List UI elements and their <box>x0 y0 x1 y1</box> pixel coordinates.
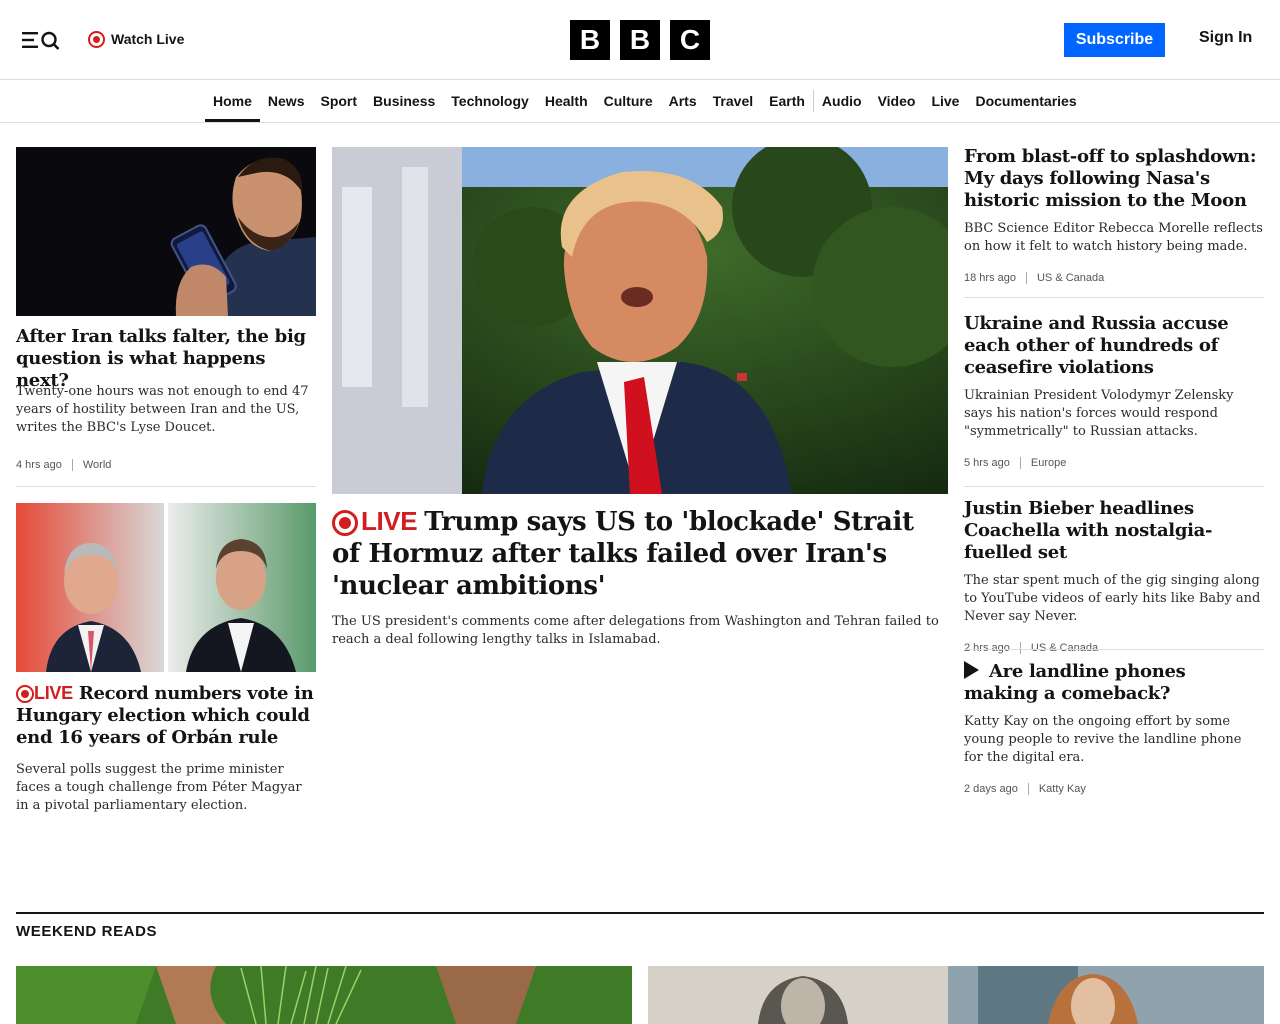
watch-live-label: Watch Live <box>111 31 185 47</box>
story-image-trump[interactable] <box>332 147 948 494</box>
watch-live-link[interactable]: Watch Live <box>88 29 184 49</box>
story-tag[interactable]: World <box>71 459 111 471</box>
menu-search-button[interactable] <box>20 26 64 54</box>
main-nav: Home News Sport Business Technology Heal… <box>0 80 1280 123</box>
story-tag[interactable]: US & Canada <box>1019 642 1098 654</box>
menu-search-icon <box>22 31 60 50</box>
story-card: Are landline phones making a comeback? K… <box>964 661 1264 795</box>
section-rule <box>16 912 1264 914</box>
story-time: 2 days ago <box>964 783 1018 795</box>
portraits-photo <box>648 966 1264 1024</box>
story-headline[interactable]: Ukraine and Russia accuse each other of … <box>964 313 1264 379</box>
nav-item-health[interactable]: Health <box>537 80 596 122</box>
nav-item-sport[interactable]: Sport <box>312 80 365 122</box>
story-meta: 5 hrs ago Europe <box>964 457 1264 469</box>
nav-item-earth[interactable]: Earth <box>761 80 813 122</box>
vance-photo <box>16 147 316 316</box>
grass-photo <box>16 966 632 1024</box>
nav-item-culture[interactable]: Culture <box>596 80 661 122</box>
story-meta: 2 hrs ago US & Canada <box>964 642 1264 654</box>
story-summary: The star spent much of the gig singing a… <box>964 573 1261 624</box>
story-time: 2 hrs ago <box>964 642 1010 654</box>
live-icon <box>88 30 105 48</box>
story-image-hungary-election[interactable] <box>16 503 316 672</box>
story-summary: Twenty-one hours was not enough to end 4… <box>16 384 309 435</box>
lead-story-headline[interactable]: LIVE Trump says US to 'blockade' Strait o… <box>332 505 948 602</box>
story-meta: 2 days ago Katty Kay <box>964 783 1264 795</box>
story-time: 18 hrs ago <box>964 272 1016 284</box>
nav-item-video[interactable]: Video <box>870 80 924 122</box>
story-time: 4 hrs ago <box>16 459 62 471</box>
story-headline[interactable]: Are landline phones making a comeback? <box>964 661 1264 705</box>
story-headline[interactable]: LIVE Record numbers vote in Hungary elect… <box>16 682 316 749</box>
story-headline[interactable]: From blast-off to splashdown: My days fo… <box>964 146 1264 212</box>
nav-item-business[interactable]: Business <box>365 80 443 122</box>
logo-letter: B <box>620 20 660 60</box>
story-time: 5 hrs ago <box>964 457 1010 469</box>
story-card: From blast-off to splashdown: My days fo… <box>964 146 1264 284</box>
weekend-read-image-grass[interactable] <box>16 966 632 1024</box>
nav-item-technology[interactable]: Technology <box>443 80 537 122</box>
top-header: Watch Live B B C Subscribe Sign In <box>0 0 1280 80</box>
divider <box>964 297 1264 298</box>
nav-item-live[interactable]: Live <box>923 80 967 122</box>
story-summary: Several polls suggest the prime minister… <box>16 762 302 813</box>
story-meta: 18 hrs ago US & Canada <box>964 272 1264 284</box>
story-summary: BBC Science Editor Rebecca Morelle refle… <box>964 221 1263 254</box>
story-image-vance-phone[interactable] <box>16 147 316 316</box>
nav-item-travel[interactable]: Travel <box>705 80 761 122</box>
divider <box>964 649 1264 650</box>
live-icon <box>332 510 358 536</box>
divider <box>964 486 1264 487</box>
section-title: WEEKEND READS <box>16 923 158 940</box>
live-label: LIVE <box>34 683 73 703</box>
divider <box>16 486 316 487</box>
nav-item-arts[interactable]: Arts <box>661 80 705 122</box>
story-meta: 4 hrs ago World <box>16 459 111 471</box>
sign-in-link[interactable]: Sign In <box>1199 29 1252 47</box>
trump-photo <box>332 147 948 494</box>
lead-story-summary: The US president's comments come after d… <box>332 614 939 647</box>
hungary-candidates-photo <box>16 503 316 672</box>
story-headline[interactable]: Justin Bieber headlines Coachella with n… <box>964 498 1264 564</box>
story-card: Ukraine and Russia accuse each other of … <box>964 313 1264 469</box>
lead-story-headline-text: Trump says US to 'blockade' Strait of Ho… <box>332 507 914 601</box>
nav-item-home[interactable]: Home <box>205 80 260 122</box>
live-icon <box>16 685 34 703</box>
logo-letter: B <box>570 20 610 60</box>
nav-item-news[interactable]: News <box>260 80 313 122</box>
story-tag[interactable]: Katty Kay <box>1027 783 1086 795</box>
logo-letter: C <box>670 20 710 60</box>
story-tag[interactable]: US & Canada <box>1025 272 1104 284</box>
subscribe-button[interactable]: Subscribe <box>1064 23 1165 57</box>
weekend-read-image-portraits[interactable] <box>648 966 1264 1024</box>
nav-item-documentaries[interactable]: Documentaries <box>967 80 1084 122</box>
story-headline-text: Are landline phones making a comeback? <box>964 661 1186 704</box>
story-tag[interactable]: Europe <box>1019 457 1066 469</box>
play-icon <box>964 661 979 679</box>
story-card: Justin Bieber headlines Coachella with n… <box>964 498 1264 654</box>
story-summary: Katty Kay on the ongoing effort by some … <box>964 714 1242 765</box>
live-label: LIVE <box>361 506 418 536</box>
story-summary: Ukrainian President Volodymyr Zelensky s… <box>964 388 1234 439</box>
nav-item-audio[interactable]: Audio <box>814 80 870 122</box>
bbc-logo[interactable]: B B C <box>570 20 710 60</box>
